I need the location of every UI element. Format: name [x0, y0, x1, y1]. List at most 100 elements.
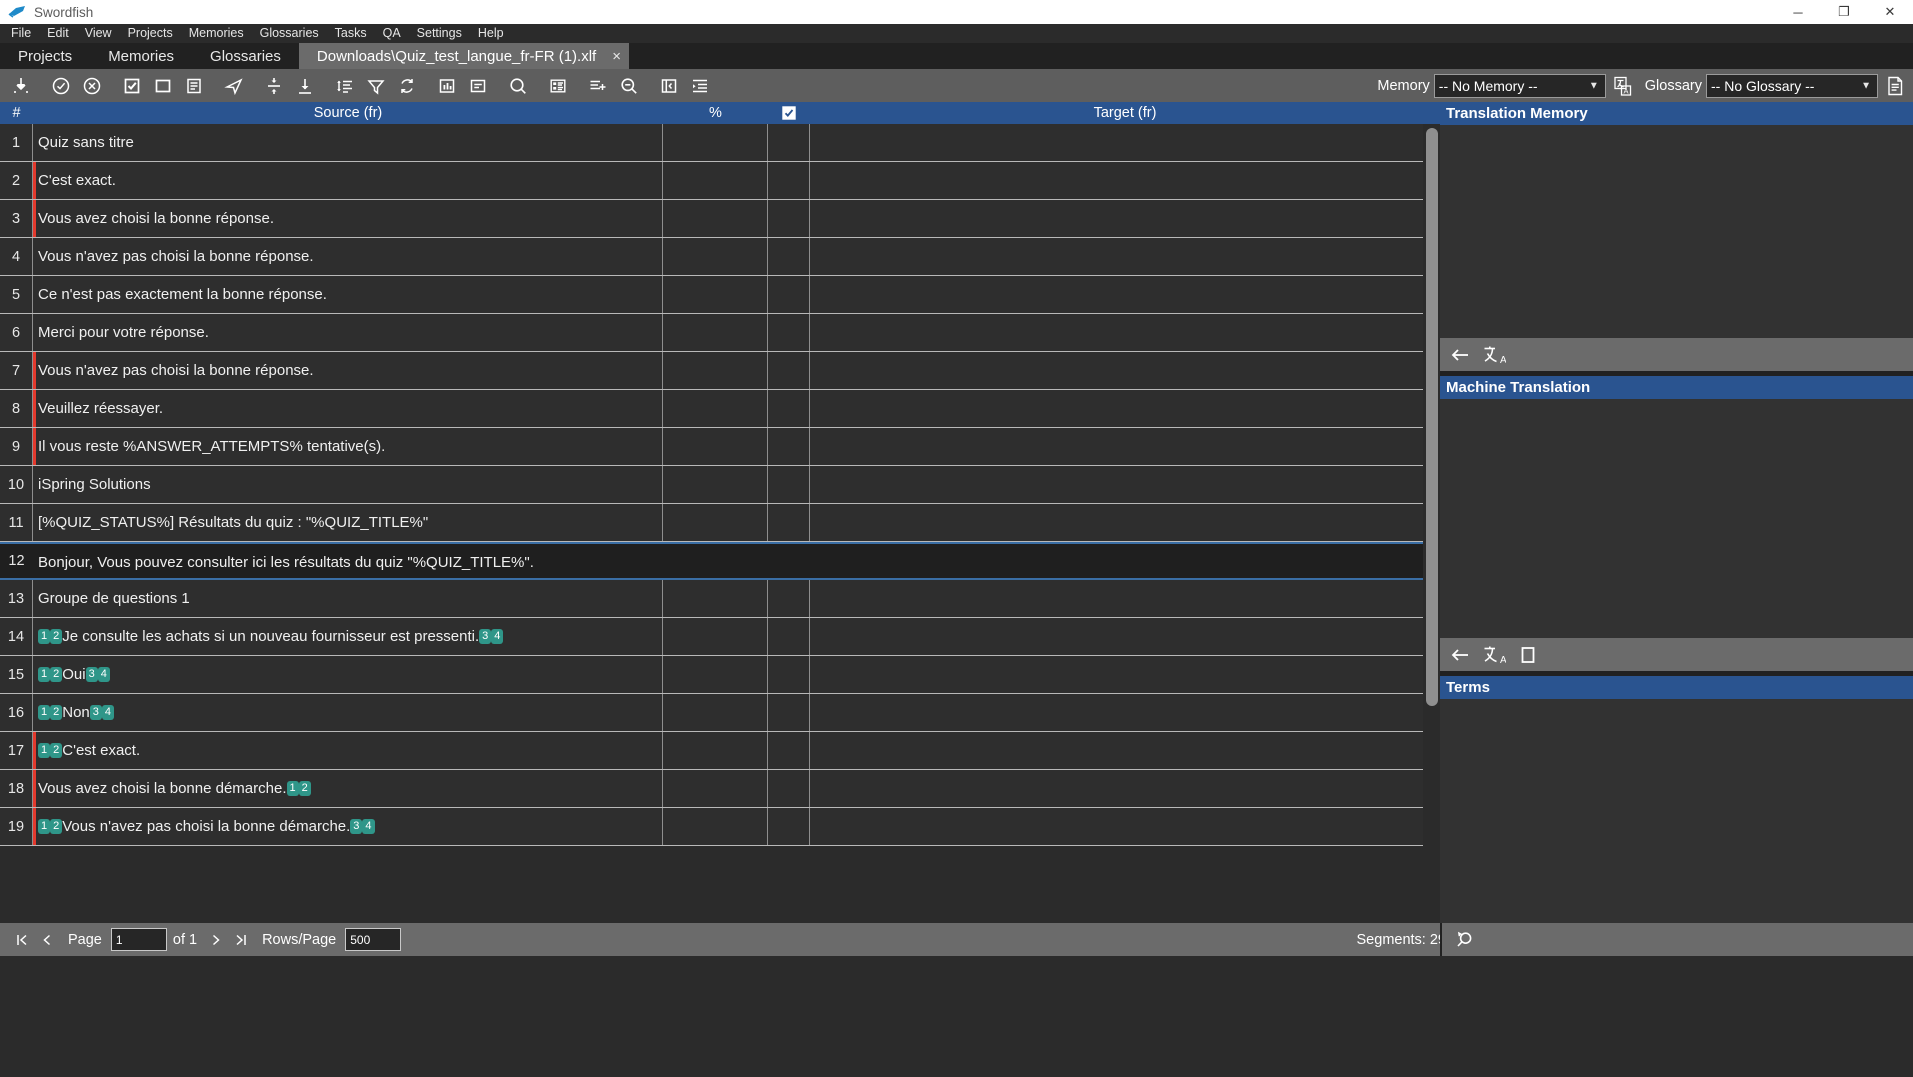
- statistics-icon[interactable]: [431, 71, 462, 100]
- source-cell[interactable]: [%QUIZ_STATUS%] Résultats du quiz : "%QU…: [33, 504, 663, 541]
- checkbox-header-icon[interactable]: [768, 106, 810, 120]
- target-cell[interactable]: [810, 504, 1440, 541]
- tab-memories[interactable]: Memories: [90, 43, 192, 69]
- table-row[interactable]: 1712C'est exact.: [0, 732, 1440, 770]
- last-page-icon[interactable]: [228, 927, 253, 953]
- remove-tags-icon[interactable]: [462, 71, 493, 100]
- table-row[interactable]: 18Vous avez choisi la bonne démarche.12: [0, 770, 1440, 808]
- inline-tag[interactable]: 3: [479, 629, 491, 644]
- source-cell[interactable]: Vous avez choisi la bonne démarche.12: [33, 770, 663, 807]
- table-row[interactable]: 7Vous n'avez pas choisi la bonne réponse…: [0, 352, 1440, 390]
- source-cell[interactable]: Groupe de questions 1: [33, 580, 663, 617]
- glossary-select[interactable]: -- No Glossary --: [1706, 74, 1878, 98]
- confirmed-checkbox-cell[interactable]: [768, 656, 810, 693]
- target-cell[interactable]: [810, 656, 1440, 693]
- glossary-document-icon[interactable]: [1881, 71, 1909, 100]
- translate-icon[interactable]: A: [1480, 641, 1508, 668]
- target-cell[interactable]: [810, 200, 1440, 237]
- menu-edit[interactable]: Edit: [39, 24, 77, 43]
- rows-per-page-input[interactable]: [345, 928, 401, 951]
- confirmed-checkbox-cell[interactable]: [768, 694, 810, 731]
- segment-notes-icon[interactable]: [178, 71, 209, 100]
- memory-select[interactable]: -- No Memory --: [1434, 74, 1606, 98]
- confirmed-checkbox-cell[interactable]: [768, 580, 810, 617]
- zoom-out-icon[interactable]: [613, 71, 644, 100]
- table-row[interactable]: 6Merci pour votre réponse.: [0, 314, 1440, 352]
- next-page-icon[interactable]: [203, 927, 228, 953]
- confirmed-checkbox-cell[interactable]: [768, 124, 810, 161]
- go-to-segment-icon[interactable]: [218, 71, 249, 100]
- source-cell[interactable]: Vous avez choisi la bonne réponse.: [33, 200, 663, 237]
- col-header-target[interactable]: Target (fr): [810, 105, 1440, 121]
- menu-tasks[interactable]: Tasks: [327, 24, 375, 43]
- target-cell[interactable]: [810, 276, 1440, 313]
- inline-tag[interactable]: 4: [491, 629, 503, 644]
- table-row[interactable]: 4Vous n'avez pas choisi la bonne réponse…: [0, 238, 1440, 276]
- source-cell[interactable]: 12C'est exact.: [33, 732, 663, 769]
- inline-tag[interactable]: 2: [50, 705, 62, 720]
- target-cell[interactable]: [810, 314, 1440, 351]
- sort-segments-icon[interactable]: [329, 71, 360, 100]
- target-cell[interactable]: [810, 580, 1440, 617]
- grid-rows[interactable]: 1Quiz sans titre2C'est exact. 3 Vous avez …: [0, 124, 1440, 923]
- source-cell[interactable]: 12Vous n'avez pas choisi la bonne démarc…: [33, 808, 663, 845]
- indent-icon[interactable]: [684, 71, 715, 100]
- table-row[interactable]: 11[%QUIZ_STATUS%] Résultats du quiz : "%…: [0, 504, 1440, 542]
- table-row[interactable]: 8Veuillez réessayer.: [0, 390, 1440, 428]
- table-row[interactable]: 1612Non34: [0, 694, 1440, 732]
- confirmed-checkbox-cell[interactable]: [768, 390, 810, 427]
- prev-page-icon[interactable]: [34, 927, 59, 953]
- panel-body-machine-translation[interactable]: [1440, 399, 1913, 638]
- first-page-icon[interactable]: [9, 927, 34, 953]
- target-cell[interactable]: [810, 162, 1440, 199]
- tab-close-icon[interactable]: ×: [612, 49, 621, 64]
- inline-tag[interactable]: 4: [98, 667, 110, 682]
- inline-tag[interactable]: 3: [86, 667, 98, 682]
- target-cell[interactable]: [810, 694, 1440, 731]
- table-row[interactable]: 1412Je consulte les achats si un nouveau…: [0, 618, 1440, 656]
- table-row[interactable]: 1Quiz sans titre: [0, 124, 1440, 162]
- confirm-segment-icon[interactable]: [45, 71, 76, 100]
- minimize-button[interactable]: ─: [1775, 0, 1821, 24]
- reject-segment-icon[interactable]: [76, 71, 107, 100]
- inline-tag[interactable]: 1: [38, 705, 50, 720]
- inline-tag[interactable]: 1: [38, 667, 50, 682]
- source-cell[interactable]: Veuillez réessayer.: [33, 390, 663, 427]
- target-cell[interactable]: [810, 618, 1440, 655]
- inline-tag[interactable]: 1: [287, 781, 299, 796]
- table-row[interactable]: 9Il vous reste %ANSWER_ATTEMPTS% tentati…: [0, 428, 1440, 466]
- confirmed-checkbox-cell[interactable]: [768, 618, 810, 655]
- confirmed-checkbox-cell[interactable]: [768, 504, 810, 541]
- table-row[interactable]: 1512Oui34: [0, 656, 1440, 694]
- panel-body-terms[interactable]: [1440, 699, 1913, 923]
- confirmed-checkbox-cell[interactable]: [768, 770, 810, 807]
- target-cell[interactable]: [810, 390, 1440, 427]
- translate-icon[interactable]: A: [1480, 341, 1508, 368]
- replace-icon[interactable]: [391, 71, 422, 100]
- menu-projects[interactable]: Projects: [120, 24, 181, 43]
- inline-tag[interactable]: 4: [102, 705, 114, 720]
- menu-file[interactable]: File: [3, 24, 39, 43]
- target-cell[interactable]: [810, 428, 1440, 465]
- source-cell[interactable]: 12Oui34: [33, 656, 663, 693]
- menu-memories[interactable]: Memories: [181, 24, 252, 43]
- inline-tag[interactable]: 1: [38, 743, 50, 758]
- save-icon[interactable]: [5, 71, 36, 100]
- confirmed-checkbox-cell[interactable]: [768, 466, 810, 503]
- inline-tag[interactable]: 2: [50, 743, 62, 758]
- table-row[interactable]: 2C'est exact.: [0, 162, 1440, 200]
- col-header-number[interactable]: #: [0, 105, 33, 121]
- source-cell[interactable]: Bonjour, Vous pouvez consulter ici les r…: [33, 544, 538, 578]
- table-row[interactable]: 10iSpring Solutions: [0, 466, 1440, 504]
- page-input[interactable]: [111, 928, 167, 951]
- insert-match-icon[interactable]: [1446, 341, 1474, 368]
- merge-segment-icon[interactable]: [289, 71, 320, 100]
- panel-body-translation-memory[interactable]: [1440, 125, 1913, 338]
- confirmed-checkbox-cell[interactable]: [768, 808, 810, 845]
- search-term-icon[interactable]: [1452, 927, 1477, 953]
- source-cell[interactable]: Vous n'avez pas choisi la bonne réponse.: [33, 352, 663, 389]
- tab-projects[interactable]: Projects: [0, 43, 90, 69]
- inline-tag[interactable]: 3: [90, 705, 102, 720]
- source-cell[interactable]: Ce n'est pas exactement la bonne réponse…: [33, 276, 663, 313]
- split-segment-icon[interactable]: [258, 71, 289, 100]
